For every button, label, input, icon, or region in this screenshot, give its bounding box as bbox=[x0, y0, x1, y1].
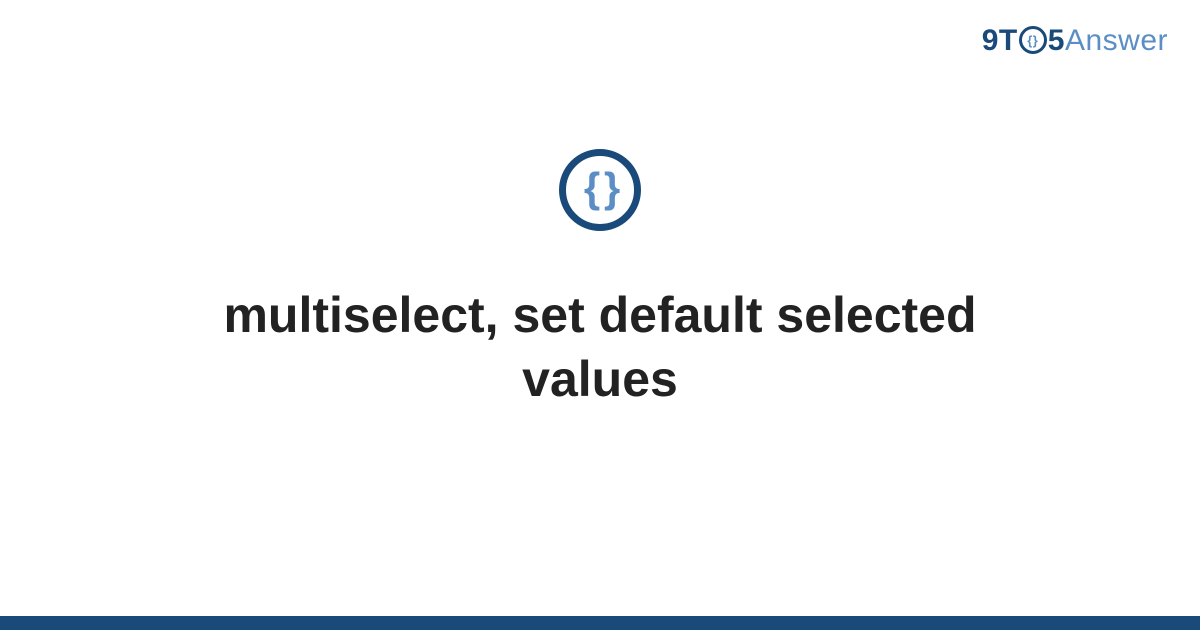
main-content: { } multiselect, set default selected va… bbox=[0, 0, 1200, 630]
page-title: multiselect, set default selected values bbox=[100, 283, 1100, 411]
footer-bar bbox=[0, 616, 1200, 630]
braces-icon: { } bbox=[584, 167, 616, 209]
category-icon-circle: { } bbox=[559, 149, 641, 231]
